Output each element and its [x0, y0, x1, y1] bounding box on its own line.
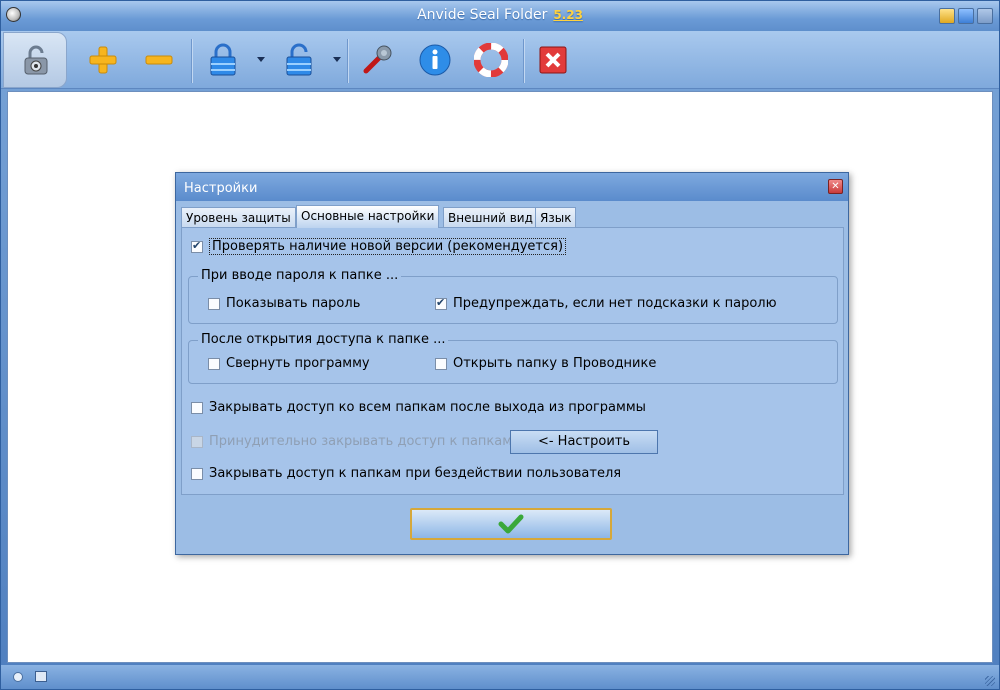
close-on-exit-checkbox[interactable]: [191, 401, 203, 414]
open-in-explorer-checkbox[interactable]: [435, 357, 447, 370]
info-button[interactable]: [415, 39, 455, 81]
check-updates-checkbox[interactable]: [191, 239, 203, 253]
add-folder-button[interactable]: [83, 39, 123, 81]
dialog-title: Настройки: [176, 173, 848, 201]
check-updates-option[interactable]: Проверять наличие новой версии (рекоменд…: [191, 238, 567, 255]
toolbar-separator: [523, 39, 524, 83]
main-settings-panel: Проверять наличие новой версии (рекоменд…: [181, 227, 844, 495]
toolbar-separator: [191, 39, 192, 83]
close-window-button[interactable]: [977, 8, 993, 24]
remove-folder-button[interactable]: [139, 39, 179, 81]
setup-button[interactable]: <- Настроить: [510, 430, 658, 454]
warn-no-hint-checkbox[interactable]: [435, 296, 447, 310]
close-on-idle-checkbox[interactable]: [191, 467, 203, 480]
password-entry-group: При вводе пароля к папке ... Показывать …: [188, 268, 838, 324]
password-group-title: При вводе пароля к папке ...: [198, 268, 402, 283]
toolbar-separator: [347, 39, 348, 83]
window-title: Anvide Seal Folder 5.23: [1, 7, 999, 23]
open-in-explorer-option[interactable]: Открыть папку в Проводнике: [435, 356, 656, 371]
minimize-program-label: Свернуть программу: [226, 356, 370, 371]
app-title: Anvide Seal Folder: [417, 7, 548, 23]
app-version[interactable]: 5.23: [553, 8, 583, 22]
show-password-option[interactable]: Показывать пароль: [208, 296, 360, 311]
maximize-button[interactable]: [958, 8, 974, 24]
ok-button[interactable]: [410, 508, 612, 540]
tab-language[interactable]: Язык: [535, 207, 577, 228]
lock-dropdown-arrow[interactable]: [257, 57, 265, 62]
after-open-group: После открытия доступа к папке ... Сверн…: [188, 332, 838, 384]
after-open-group-title: После открытия доступа к папке ...: [198, 332, 449, 347]
status-drive-icon[interactable]: [35, 671, 47, 682]
unlock-main-icon: [24, 45, 48, 75]
open-in-explorer-label: Открыть папку в Проводнике: [453, 356, 657, 371]
remove-icon: [145, 55, 173, 65]
title-bar[interactable]: Anvide Seal Folder 5.23: [1, 1, 999, 31]
add-icon: [89, 46, 117, 74]
resize-grip[interactable]: [985, 676, 995, 686]
close-on-idle-label: Закрывать доступ к папкам при бездействи…: [209, 466, 622, 481]
unlock-dropdown-arrow[interactable]: [333, 57, 341, 62]
minimize-program-checkbox[interactable]: [208, 357, 220, 370]
help-button[interactable]: [471, 39, 511, 81]
close-on-exit-label: Закрывать доступ ко всем папкам после вы…: [209, 400, 646, 415]
close-on-exit-option[interactable]: Закрывать доступ ко всем папкам после вы…: [191, 400, 646, 415]
status-indicator-icon: [13, 672, 23, 682]
minimize-button[interactable]: [939, 8, 955, 24]
show-password-label: Показывать пароль: [226, 296, 361, 311]
status-bar: [1, 665, 999, 689]
minimize-program-option[interactable]: Свернуть программу: [208, 356, 370, 371]
exit-icon: [539, 46, 567, 74]
checkmark-icon: [498, 514, 524, 534]
lock-icon: [210, 43, 236, 76]
check-updates-label: Проверять наличие новой версии (рекоменд…: [209, 238, 567, 255]
settings-button[interactable]: [357, 39, 397, 81]
unlock-folder-button[interactable]: [279, 39, 319, 81]
force-close-checkbox: [191, 435, 203, 448]
main-menu-button[interactable]: [3, 32, 67, 88]
force-close-option: Принудительно закрывать доступ к папкам: [191, 434, 512, 449]
settings-dialog: Настройки ✕ Уровень защиты Основные наст…: [175, 172, 849, 555]
info-icon: [419, 44, 451, 76]
settings-icon: [363, 45, 392, 74]
lock-folder-button[interactable]: [203, 39, 243, 81]
close-on-idle-option[interactable]: Закрывать доступ к папкам при бездействи…: [191, 466, 621, 481]
dialog-close-button[interactable]: ✕: [828, 179, 843, 194]
exit-button[interactable]: [533, 39, 573, 81]
force-close-label: Принудительно закрывать доступ к папкам: [209, 434, 513, 449]
show-password-checkbox[interactable]: [208, 297, 220, 310]
tab-main-settings[interactable]: Основные настройки: [296, 205, 440, 228]
toolbar: [1, 31, 999, 89]
tab-appearance[interactable]: Внешний вид: [443, 207, 538, 228]
warn-no-hint-label: Предупреждать, если нет подсказки к паро…: [453, 296, 777, 311]
tab-protection-level[interactable]: Уровень защиты: [181, 207, 296, 228]
lock-alt-icon: [286, 43, 312, 76]
warn-no-hint-option[interactable]: Предупреждать, если нет подсказки к паро…: [435, 296, 777, 311]
help-icon: [474, 43, 508, 77]
